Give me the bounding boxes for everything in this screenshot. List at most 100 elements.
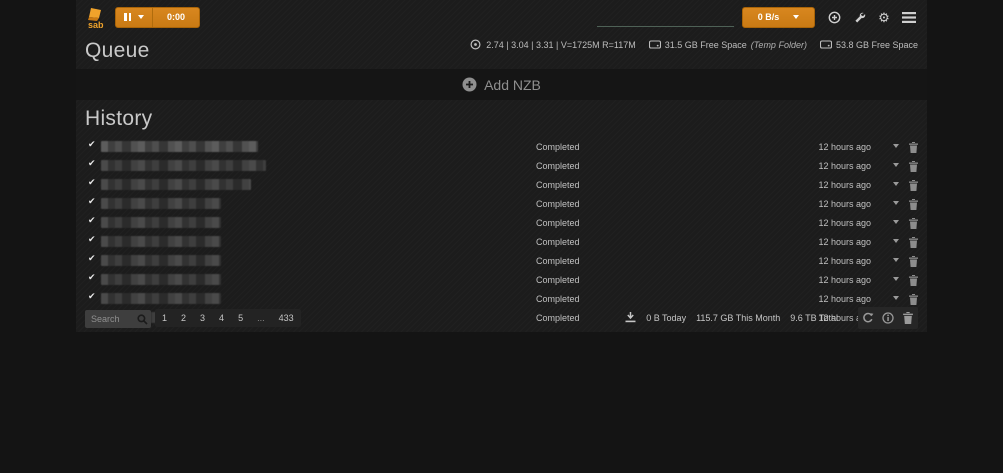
- status-label: Completed: [536, 275, 580, 285]
- job-name-redacted: [101, 141, 258, 152]
- page-ellipsis: ...: [250, 309, 272, 327]
- main-panel: sab 0:00 0 B/s ⚙: [76, 0, 927, 332]
- history-search: [85, 309, 151, 327]
- row-dropdown-icon[interactable]: [893, 220, 899, 224]
- system-load-icon: [470, 39, 481, 50]
- status-label: Completed: [536, 180, 580, 190]
- row-dropdown-icon[interactable]: [893, 258, 899, 262]
- job-name-redacted: [101, 236, 221, 247]
- job-name-redacted: [101, 274, 221, 285]
- free-space-temp: 31.5 GB Free Space: [665, 40, 747, 50]
- age-label: 12 hours ago: [818, 256, 871, 266]
- add-nzb-icon: [462, 77, 477, 92]
- pause-timer[interactable]: 0:00: [152, 8, 199, 27]
- status-label: Completed: [536, 218, 580, 228]
- refresh-icon[interactable]: [858, 307, 878, 329]
- age-label: 12 hours ago: [818, 142, 871, 152]
- status-label: Completed: [536, 142, 580, 152]
- free-space-complete: 53.8 GB Free Space: [836, 40, 918, 50]
- add-nzb-label: Add NZB: [484, 77, 541, 93]
- hdd-icon: [649, 40, 661, 49]
- history-row[interactable]: ✔ Completed 12 hours ago: [76, 232, 927, 251]
- svg-text:sab: sab: [88, 20, 104, 29]
- check-icon: ✔: [88, 197, 96, 206]
- page-button[interactable]: 2: [174, 309, 193, 327]
- job-name-redacted: [101, 179, 251, 190]
- check-icon: ✔: [88, 235, 96, 244]
- wrench-icon[interactable]: [850, 8, 868, 26]
- job-name-redacted: [101, 255, 221, 266]
- navbar-icons: ⚙: [825, 8, 918, 26]
- status-label: Completed: [536, 199, 580, 209]
- history-row[interactable]: ✔ Completed 12 hours ago: [76, 137, 927, 156]
- job-name-redacted: [101, 217, 221, 228]
- history-row[interactable]: ✔ Completed 12 hours ago: [76, 194, 927, 213]
- history-row[interactable]: ✔ Completed 12 hours ago: [76, 251, 927, 270]
- row-dropdown-icon[interactable]: [893, 296, 899, 300]
- status-label: Completed: [536, 237, 580, 247]
- history-row[interactable]: ✔ Completed 12 hours ago: [76, 156, 927, 175]
- page-button[interactable]: 3: [193, 309, 212, 327]
- timer-value: 0:00: [167, 12, 185, 22]
- age-label: 12 hours ago: [818, 275, 871, 285]
- check-icon: ✔: [88, 178, 96, 187]
- check-icon: ✔: [88, 254, 96, 263]
- sabnzbd-logo[interactable]: sab: [85, 5, 109, 29]
- purge-history-trash-icon[interactable]: [898, 307, 918, 329]
- page-button[interactable]: 433: [272, 309, 301, 327]
- age-label: 12 hours ago: [818, 237, 871, 247]
- info-icon[interactable]: [878, 307, 898, 329]
- history-row[interactable]: ✔ Completed 12 hours ago: [76, 213, 927, 232]
- hdd-icon: [820, 40, 832, 49]
- check-icon: ✔: [88, 159, 96, 168]
- history-list: ✔ Completed 12 hours ago ✔ Completed 12 …: [76, 137, 927, 327]
- pause-icon: [124, 13, 131, 21]
- page-button[interactable]: 5: [231, 309, 250, 327]
- job-name-redacted: [101, 198, 221, 209]
- speed-history-graph: [597, 7, 734, 27]
- history-row[interactable]: ✔ Completed 12 hours ago: [76, 175, 927, 194]
- row-dropdown-icon[interactable]: [893, 201, 899, 205]
- system-load-value: 2.74 | 3.04 | 3.31 | V=1725M R=117M: [486, 40, 635, 50]
- check-icon: ✔: [88, 216, 96, 225]
- stat-month: 115.7 GB This Month: [696, 313, 780, 323]
- page-button[interactable]: 4: [212, 309, 231, 327]
- age-label: 12 hours ago: [818, 218, 871, 228]
- status-label: Completed: [536, 256, 580, 266]
- history-row[interactable]: ✔ Completed 12 hours ago: [76, 270, 927, 289]
- top-navbar: sab 0:00 0 B/s ⚙: [76, 0, 927, 34]
- check-icon: ✔: [88, 292, 96, 301]
- chevron-down-icon: [793, 15, 799, 19]
- row-dropdown-icon[interactable]: [893, 182, 899, 186]
- download-icon: [625, 312, 636, 323]
- add-nzb-dropzone[interactable]: Add NZB: [76, 69, 927, 100]
- row-dropdown-icon[interactable]: [893, 144, 899, 148]
- check-icon: ✔: [88, 273, 96, 282]
- queue-stats: 2.74 | 3.04 | 3.31 | V=1725M R=117M 31.5…: [470, 39, 918, 50]
- menu-icon[interactable]: [900, 8, 918, 26]
- age-label: 12 hours ago: [818, 161, 871, 171]
- plus-circle-icon[interactable]: [825, 8, 843, 26]
- page-button[interactable]: 1: [155, 309, 174, 327]
- pause-button[interactable]: [116, 8, 152, 27]
- row-dropdown-icon[interactable]: [893, 163, 899, 167]
- age-label: 12 hours ago: [818, 199, 871, 209]
- gear-icon[interactable]: ⚙: [875, 8, 893, 26]
- stat-total: 9.6 TB Total: [790, 313, 838, 323]
- job-name-redacted: [101, 160, 266, 171]
- row-dropdown-icon[interactable]: [893, 239, 899, 243]
- status-label: Completed: [536, 161, 580, 171]
- age-label: 12 hours ago: [818, 180, 871, 190]
- history-actions: [858, 307, 918, 329]
- history-title: History: [76, 107, 927, 131]
- pagination: 1 2 3 4 5 ... 433: [155, 309, 301, 327]
- chevron-down-icon: [138, 15, 144, 19]
- speed-value: 0 B/s: [758, 12, 780, 22]
- check-icon: ✔: [88, 140, 96, 149]
- stat-today: 0 B Today: [646, 313, 686, 323]
- search-icon: [137, 312, 148, 330]
- download-stats: 0 B Today 115.7 GB This Month 9.6 TB Tot…: [625, 307, 918, 329]
- row-dropdown-icon[interactable]: [893, 277, 899, 281]
- speed-limit-dropdown[interactable]: 0 B/s: [742, 7, 815, 28]
- history-footer: 1 2 3 4 5 ... 433 0 B Today 115.7 GB Thi…: [76, 303, 927, 332]
